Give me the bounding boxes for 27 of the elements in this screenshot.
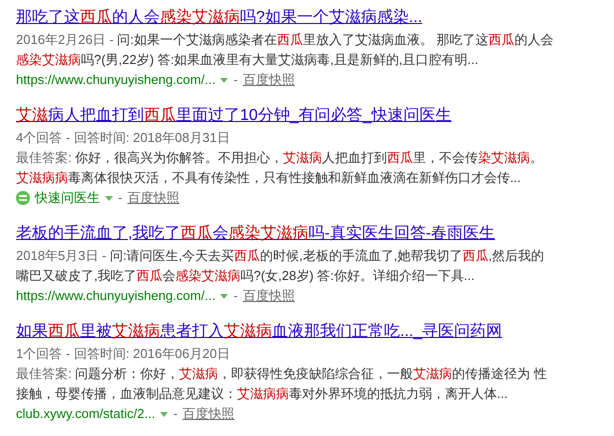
result-snippet: 嘴巴又破皮了,我吃了西瓜会感染艾滋病吗?(女,28岁) 答:你好。详细介绍一下具... (16, 267, 476, 285)
result-snippet: 2018年5月3日 - 问:请问医生,今天去买西瓜的时候,老板的手流血了,她帮我切了西瓜,然后我的 (16, 247, 546, 265)
answer-meta: 4个回答 - 回答时间: 2018年08月31日 (16, 129, 231, 147)
snapshot-link[interactable]: 百度快照 (127, 188, 180, 208)
snapshot-link[interactable]: 百度快照 (242, 70, 295, 90)
answer-meta: 1个回答 - 回答时间: 2016年06月20日 (16, 345, 231, 363)
caret-icon[interactable] (220, 294, 228, 298)
caret-icon[interactable] (105, 196, 113, 200)
result-url[interactable]: https://www.chunyuyisheng.com/... (16, 70, 216, 90)
result-snippet: 2016年2月26日 - 问:如果一个艾滋病感染者在西瓜里放入了艾滋病血液。 那吃了这西瓜的人会 (16, 31, 554, 49)
result-snippet: 最佳答案: 你好，很高兴为你解答。不用担心，艾滋病人把血打到西瓜里，不会传染艾滋病。 (16, 149, 544, 167)
separator-dash: - (233, 71, 238, 89)
result-snippet: 最佳答案: 问题分析：你好，艾滋病，即获得性免疫缺陷综合征，一般艾滋病的传播途径为 性 (16, 365, 548, 383)
separator-dash: - (233, 287, 238, 305)
result-snippet: 艾滋病病毒离体很快灭活，不具有传染性，只有性接触和新鲜血液滴在新鲜伤口才会传... (16, 169, 522, 187)
caret-icon[interactable] (160, 412, 168, 416)
separator-dash: - (173, 405, 178, 423)
site-logo-icon (16, 191, 30, 205)
result-url[interactable]: https://www.chunyuyisheng.com/... (16, 286, 216, 306)
result-snippet: 接触，母婴传播，血液制品意见建议：艾滋病病毒对外界环境的抵抗力弱，离开人体... (16, 385, 509, 403)
snapshot-link[interactable]: 百度快照 (242, 286, 295, 306)
snapshot-link[interactable]: 百度快照 (182, 404, 235, 424)
result-snippet: 感染艾滋病吗?(男,22岁) 答:如果血液里有大量艾滋病毒,且是新鲜的,且口腔有明... (16, 51, 480, 69)
separator-dash: - (118, 189, 122, 207)
caret-icon[interactable] (220, 78, 228, 82)
site-name[interactable]: 快速问医生 (35, 188, 100, 208)
result-url[interactable]: club.xywy.com/static/2... (16, 404, 156, 424)
